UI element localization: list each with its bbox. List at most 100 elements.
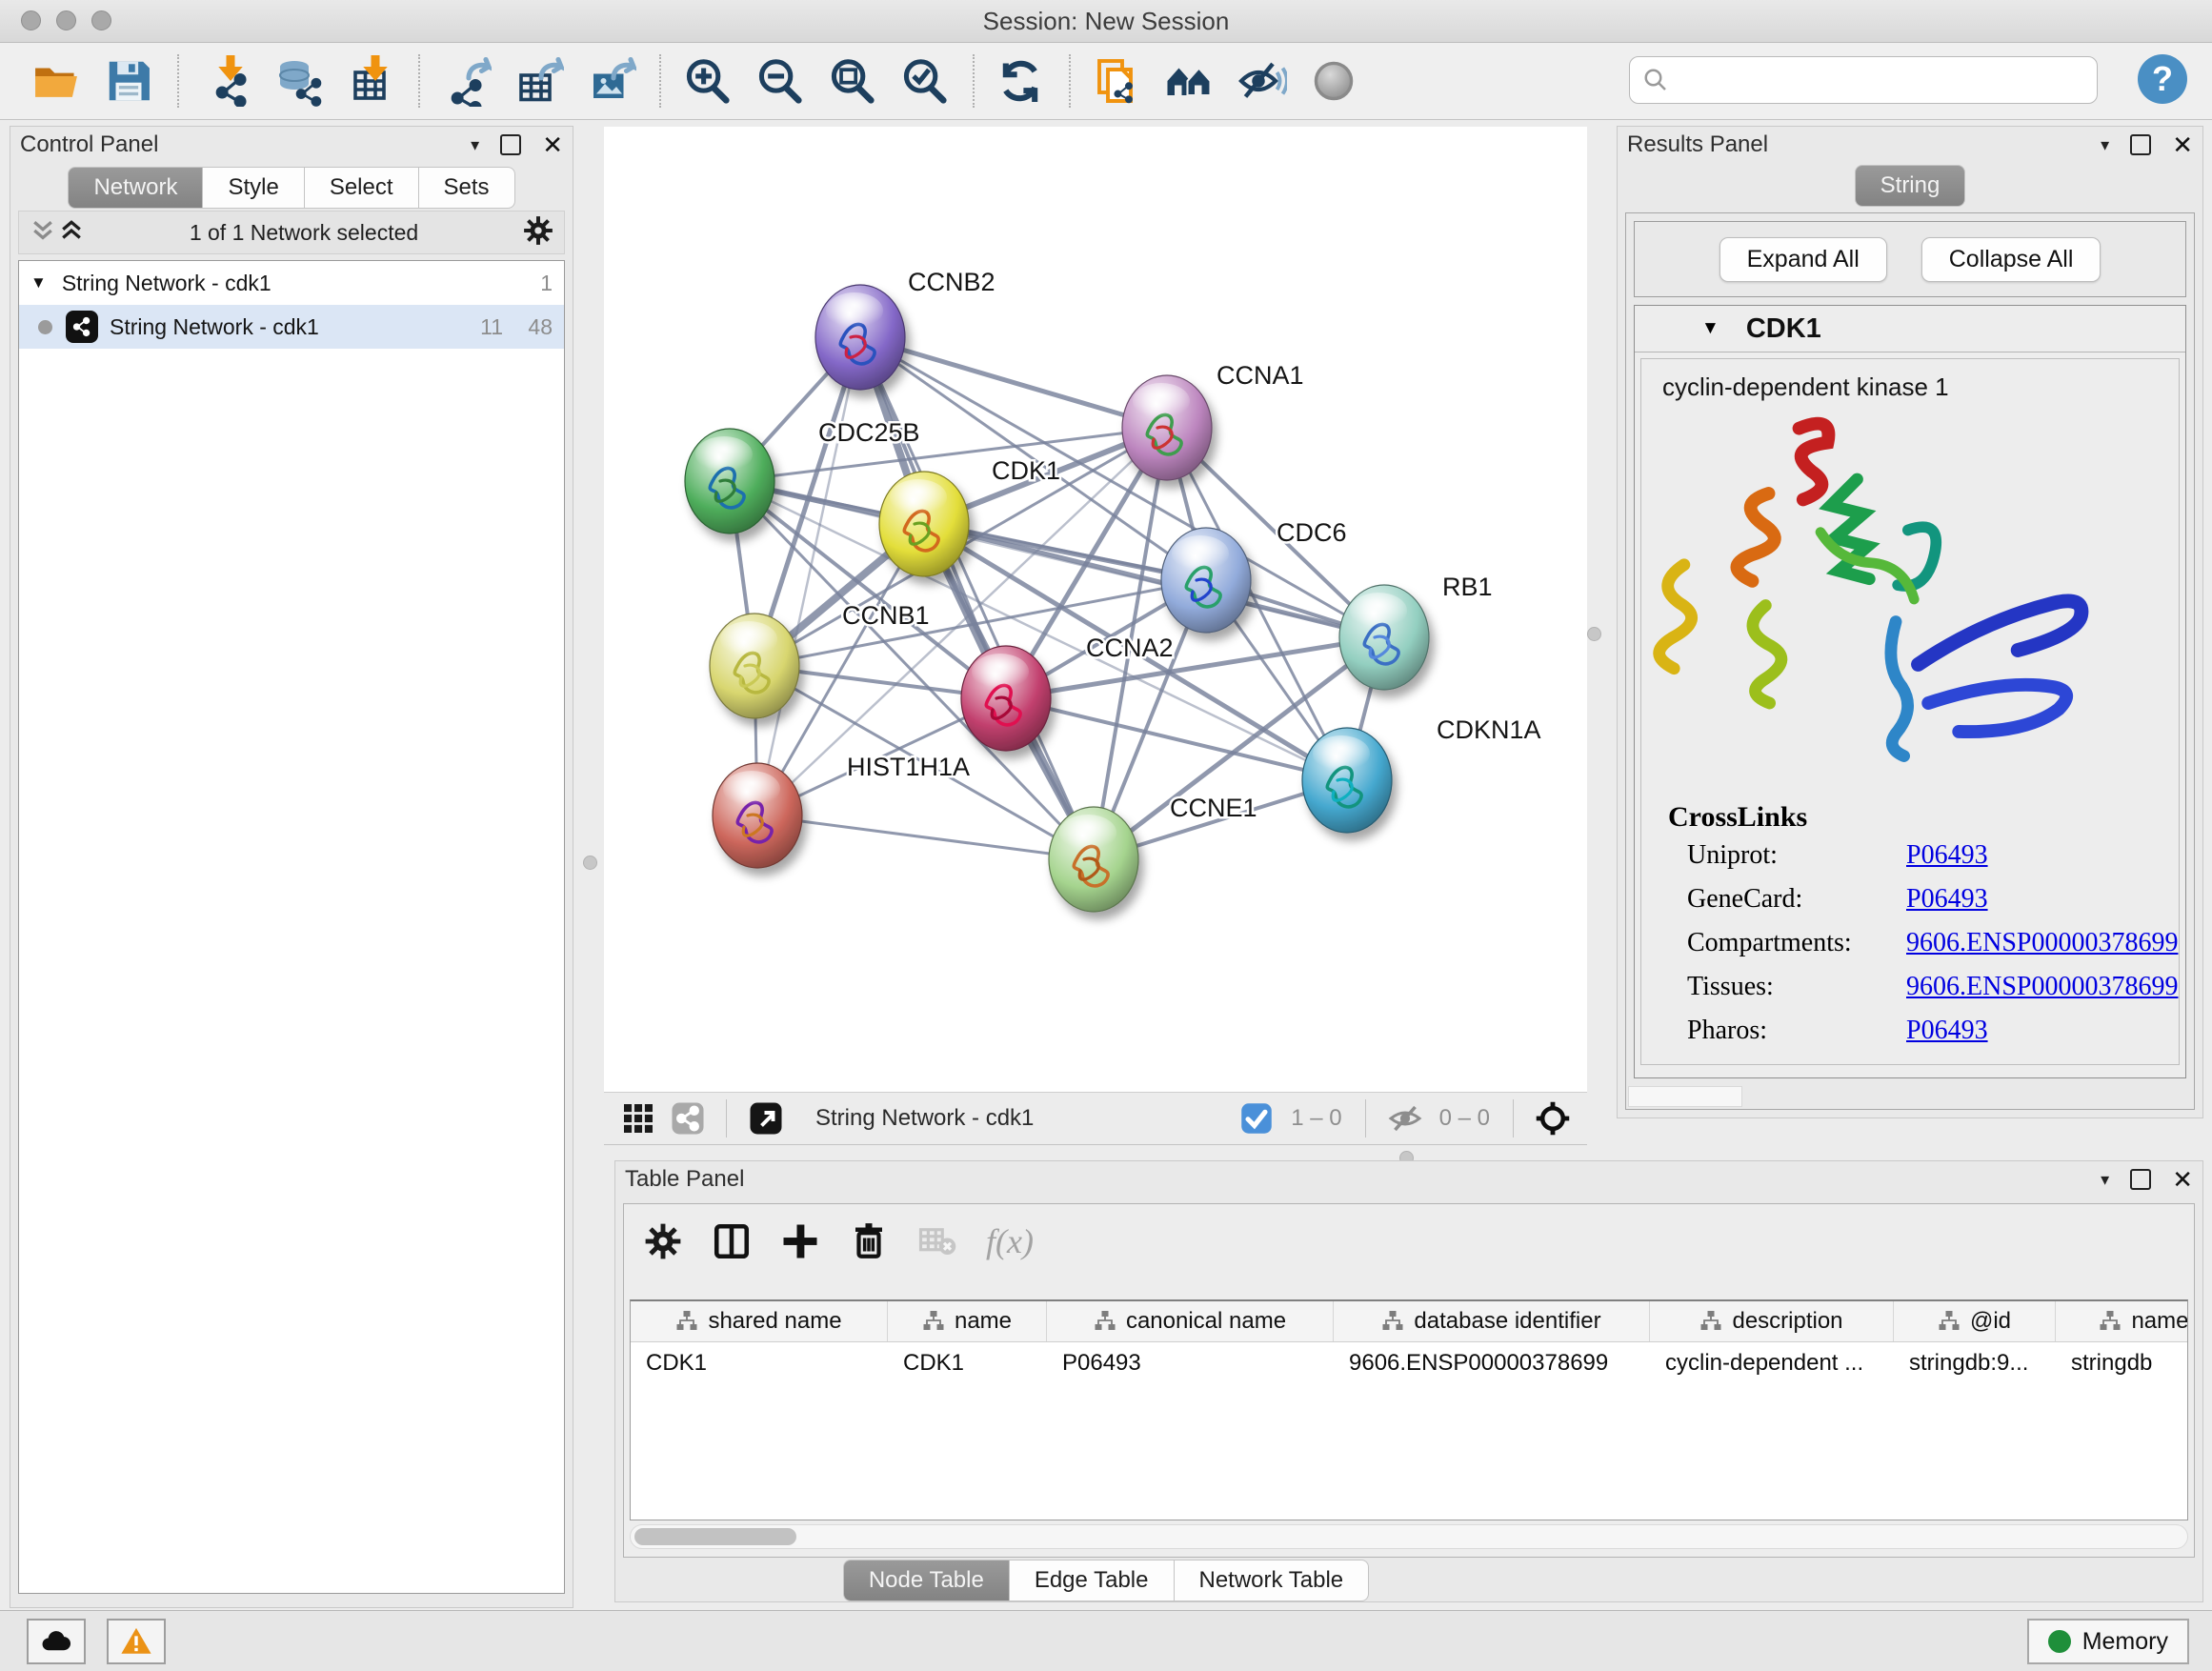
expand-all-networks-icon[interactable]	[57, 216, 86, 250]
expand-all-button[interactable]: Expand All	[1719, 237, 1887, 282]
memory-button[interactable]: Memory	[2027, 1619, 2189, 1664]
network-canvas[interactable]: CCNB2CCNA1CDC25BCDK1CDC6RB1CCNB1CCNA2CDK…	[604, 127, 1587, 1092]
node-CCNA2[interactable]: CCNA2	[961, 634, 1174, 751]
network-edges[interactable]	[730, 337, 1384, 859]
column-header-namespace[interactable]: namespace	[2056, 1301, 2188, 1341]
open-folder-icon[interactable]	[27, 52, 86, 110]
tab-select[interactable]: Select	[305, 167, 419, 209]
search-input[interactable]	[1670, 66, 2097, 94]
tab-edge-table[interactable]: Edge Table	[1010, 1560, 1175, 1601]
close-panel-icon[interactable]: ✕	[2172, 132, 2193, 157]
crosslink-link[interactable]: P06493	[1906, 884, 1988, 915]
gene-section-header[interactable]: ▼ CDK1	[1635, 306, 2185, 352]
float-panel-icon[interactable]	[500, 134, 521, 155]
zoom-fit-icon[interactable]	[822, 52, 881, 110]
network-row[interactable]: String Network - cdk1 11 48	[19, 305, 564, 349]
panel-menu-icon[interactable]: ▾	[2101, 135, 2109, 155]
table-cell[interactable]: 9606.ENSP00000378699	[1334, 1342, 1650, 1384]
tab-node-table[interactable]: Node Table	[843, 1560, 1010, 1601]
gene-disclosure-icon[interactable]: ▼	[1701, 318, 1719, 339]
tab-style[interactable]: Style	[203, 167, 304, 209]
selected-checkbox-icon[interactable]	[1239, 1101, 1274, 1136]
edge-HIST1H1A-CCNE1[interactable]	[757, 815, 1094, 859]
tab-sets[interactable]: Sets	[419, 167, 515, 209]
table-cell[interactable]: cyclin-dependent ...	[1650, 1342, 1894, 1384]
column-header-database-identifier[interactable]: database identifier	[1334, 1301, 1650, 1341]
warning-status-button[interactable]	[107, 1619, 166, 1664]
results-scrollbar[interactable]	[1628, 1086, 1742, 1107]
collection-disclosure-icon[interactable]: ▼	[30, 273, 47, 292]
search-box[interactable]	[1629, 56, 2098, 104]
export-table-icon[interactable]	[509, 52, 568, 110]
node-HIST1H1A[interactable]: HIST1H1A	[713, 753, 970, 868]
import-database-icon[interactable]	[268, 52, 327, 110]
cloud-status-button[interactable]	[27, 1619, 86, 1664]
close-window-button[interactable]	[21, 10, 41, 30]
tab-string[interactable]: String	[1855, 165, 1966, 207]
collapse-all-button[interactable]: Collapse All	[1921, 237, 2101, 282]
crosslink-link[interactable]: 9606.ENSP00000378699	[1906, 928, 2178, 958]
scrollbar-thumb[interactable]	[634, 1528, 796, 1545]
tab-network[interactable]: Network	[68, 167, 203, 209]
import-network-icon[interactable]	[195, 52, 254, 110]
tab-network-table[interactable]: Network Table	[1175, 1560, 1370, 1601]
panel-menu-icon[interactable]: ▾	[471, 135, 479, 155]
table-horizontal-scrollbar[interactable]	[630, 1524, 2188, 1549]
float-panel-icon[interactable]	[2130, 1169, 2151, 1190]
add-column-icon[interactable]	[780, 1221, 820, 1261]
export-image-icon[interactable]	[581, 52, 640, 110]
crosslink-link[interactable]: 9606.ENSP00000378699	[1906, 972, 2178, 1002]
network-collection-row[interactable]: ▼ String Network - cdk1 1	[19, 261, 564, 305]
zoom-out-icon[interactable]	[750, 52, 809, 110]
zoom-selected-icon[interactable]	[895, 52, 954, 110]
copy-files-icon[interactable]	[1087, 52, 1146, 110]
home-houses-icon[interactable]	[1159, 52, 1218, 110]
hide-eye-icon[interactable]	[1232, 52, 1291, 110]
close-panel-icon[interactable]: ✕	[2172, 1167, 2193, 1192]
refresh-icon[interactable]	[991, 52, 1050, 110]
network-options-gear-icon[interactable]	[522, 214, 554, 252]
column-header-id[interactable]: @id	[1894, 1301, 2056, 1341]
help-icon[interactable]: ?	[2138, 54, 2187, 104]
attribute-table[interactable]: shared namenamecanonical namedatabase id…	[630, 1299, 2188, 1520]
save-icon[interactable]	[99, 52, 158, 110]
open-in-new-window-icon[interactable]	[749, 1101, 783, 1136]
edge-CCNB2-HIST1H1A[interactable]	[757, 337, 860, 815]
table-cell[interactable]: stringdb	[2056, 1342, 2188, 1384]
minimize-window-button[interactable]	[56, 10, 76, 30]
crosslink-link[interactable]: P06493	[1906, 1016, 1988, 1046]
left-splitter-handle[interactable]	[583, 856, 597, 870]
export-network-icon[interactable]	[436, 52, 495, 110]
edge-CCNA2-CDKN1A[interactable]	[1006, 698, 1347, 780]
birdseye-grid-icon[interactable]	[621, 1101, 655, 1136]
share-network-icon[interactable]	[671, 1101, 705, 1136]
close-panel-icon[interactable]: ✕	[542, 132, 563, 157]
column-header-shared-name[interactable]: shared name	[631, 1301, 888, 1341]
panel-menu-icon[interactable]: ▾	[2101, 1170, 2109, 1190]
node-RB1[interactable]: RB1	[1339, 573, 1493, 690]
node-CCNA1[interactable]: CCNA1	[1122, 361, 1304, 480]
column-header-description[interactable]: description	[1650, 1301, 1894, 1341]
table-cell[interactable]: CDK1	[631, 1342, 888, 1384]
float-panel-icon[interactable]	[2130, 134, 2151, 155]
import-table-icon[interactable]	[340, 52, 399, 110]
edge-CCNB2-CCNA1[interactable]	[860, 337, 1167, 428]
hidden-eye-slash-icon[interactable]	[1388, 1101, 1422, 1136]
split-columns-icon[interactable]	[712, 1221, 752, 1261]
inactive-eye-icon[interactable]	[1304, 52, 1363, 110]
navigator-crosshair-icon[interactable]	[1536, 1101, 1570, 1136]
delete-column-icon[interactable]	[849, 1221, 889, 1261]
node-CDKN1A[interactable]: CDKN1A	[1302, 715, 1541, 833]
table-cell[interactable]: stringdb:9...	[1894, 1342, 2056, 1384]
table-cell[interactable]: CDK1	[888, 1342, 1047, 1384]
maximize-window-button[interactable]	[91, 10, 111, 30]
collapse-all-networks-icon[interactable]	[29, 216, 57, 250]
right-splitter-handle[interactable]	[1587, 627, 1601, 641]
column-header-canonical-name[interactable]: canonical name	[1047, 1301, 1334, 1341]
crosslink-link[interactable]: P06493	[1906, 840, 1988, 871]
gear-icon[interactable]	[643, 1221, 683, 1261]
node-CCNB1[interactable]: CCNB1	[710, 601, 930, 718]
zoom-in-icon[interactable]	[677, 52, 736, 110]
table-cell[interactable]: P06493	[1047, 1342, 1334, 1384]
column-header-name[interactable]: name	[888, 1301, 1047, 1341]
